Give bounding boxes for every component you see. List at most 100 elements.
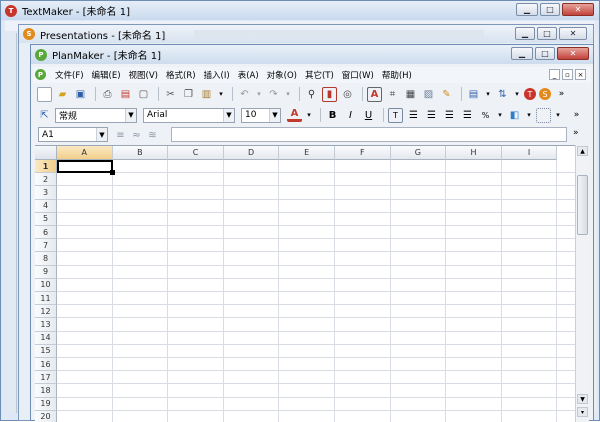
align-left-icon[interactable]: ☰	[406, 108, 421, 123]
doc-restore-button[interactable]: ▫	[562, 69, 573, 80]
font-dropdown[interactable]: Arial ▼	[143, 107, 235, 123]
undo-icon[interactable]: ↶	[237, 87, 252, 102]
sheet-dropdown-icon[interactable]: ▾	[484, 87, 492, 102]
formula-accept-icon[interactable]: ≈	[129, 128, 144, 143]
paste-dropdown-icon[interactable]: ▾	[217, 87, 225, 102]
open-folder-icon[interactable]: ▰	[55, 87, 70, 102]
font-color-dropdown-icon[interactable]: ▾	[305, 108, 313, 123]
stop-icon[interactable]: T	[524, 88, 536, 100]
presentations-maximize-button[interactable]: □	[537, 27, 557, 40]
paste-icon[interactable]: ▥	[199, 87, 214, 102]
column-header-d[interactable]: D	[223, 146, 280, 160]
crop-icon[interactable]: ⌗	[385, 87, 400, 102]
new-document-icon[interactable]	[37, 86, 52, 102]
scroll-thumb[interactable]	[577, 175, 588, 235]
number-format-dropdown-icon[interactable]: ▾	[496, 108, 504, 123]
planmaker-minimize-button[interactable]: ▁	[511, 47, 533, 60]
align-right-icon[interactable]: ☰	[442, 108, 457, 123]
menu-insert[interactable]: 插入(I)	[204, 69, 230, 81]
column-header-g[interactable]: G	[390, 146, 447, 160]
menu-object[interactable]: 对象(O)	[267, 69, 297, 81]
row-header-3[interactable]: 3	[35, 186, 57, 200]
column-header-b[interactable]: B	[112, 146, 169, 160]
presentations-close-button[interactable]: ✕	[559, 27, 587, 40]
select-all-corner[interactable]	[35, 146, 57, 160]
row-header-4[interactable]: 4	[35, 199, 57, 213]
textframe-icon[interactable]: A	[367, 86, 382, 102]
pointer-icon[interactable]: ⇱	[37, 108, 52, 123]
row-header-14[interactable]: 14	[35, 331, 57, 345]
active-cell[interactable]	[57, 160, 113, 174]
chart-icon[interactable]: ▮	[322, 86, 337, 102]
vertical-scrollbar[interactable]: ▲ ▼ ▾	[575, 145, 589, 422]
row-header-1[interactable]: 1	[35, 160, 57, 174]
row-header-12[interactable]: 12	[35, 305, 57, 319]
scroll-page-down-icon[interactable]: ▾	[577, 407, 588, 417]
cut-icon[interactable]: ✂	[163, 87, 178, 102]
brush-icon[interactable]: ✎	[439, 87, 454, 102]
column-header-a[interactable]: A	[57, 146, 113, 160]
table-grid-icon[interactable]: ▦	[403, 87, 418, 102]
presentations-minimize-button[interactable]: ▁	[515, 27, 535, 40]
formula-function-icon[interactable]: ≋	[145, 128, 160, 143]
row-header-19[interactable]: 19	[35, 397, 57, 411]
menu-window[interactable]: 窗口(W)	[342, 69, 374, 81]
pattern-icon[interactable]: ▨	[421, 87, 436, 102]
print-preview-icon[interactable]: ▢	[136, 87, 151, 102]
style-dropdown[interactable]: 常规 ▼	[55, 107, 137, 123]
font-color-icon[interactable]: A	[287, 108, 302, 122]
more-icon[interactable]: »	[569, 108, 584, 123]
sheet-icon[interactable]: ▤	[466, 87, 481, 102]
size-dropdown[interactable]: 10 ▼	[241, 107, 281, 123]
menu-file[interactable]: 文件(F)	[55, 69, 84, 81]
row-header-17[interactable]: 17	[35, 371, 57, 385]
column-header-f[interactable]: F	[335, 146, 391, 160]
row-header-2[interactable]: 2	[35, 173, 57, 187]
menu-format[interactable]: 格式(R)	[166, 69, 196, 81]
formula-input[interactable]	[171, 127, 567, 142]
fill-handle[interactable]	[109, 170, 115, 176]
menu-table[interactable]: 表(A)	[238, 69, 259, 81]
sort-icon[interactable]: ⇅	[495, 87, 510, 102]
cell-reference-box[interactable]: A1 ▼	[38, 127, 108, 142]
row-header-16[interactable]: 16	[35, 358, 57, 372]
textmaker-close-button[interactable]: ✕	[562, 3, 594, 16]
column-header-h[interactable]: H	[446, 146, 502, 160]
copy-icon[interactable]: ❐	[181, 87, 196, 102]
sort-dropdown-icon[interactable]: ▾	[513, 87, 521, 102]
row-header-5[interactable]: 5	[35, 212, 57, 226]
find-binoculars-icon[interactable]: ⚲	[304, 87, 319, 102]
more-icon[interactable]: »	[554, 87, 569, 102]
formula-cancel-icon[interactable]: ≡	[113, 128, 128, 143]
number-format-icon[interactable]: %	[478, 108, 493, 123]
row-header-9[interactable]: 9	[35, 265, 57, 279]
redo-dropdown-icon[interactable]: ▾	[284, 87, 292, 102]
bold-icon[interactable]: B	[325, 108, 340, 123]
row-header-10[interactable]: 10	[35, 278, 57, 292]
save-icon[interactable]: ▣	[73, 87, 88, 102]
fill-color-dropdown-icon[interactable]: ▾	[525, 108, 533, 123]
planmaker-close-button[interactable]: ✕	[557, 47, 589, 60]
column-header-e[interactable]: E	[279, 146, 335, 160]
row-header-6[interactable]: 6	[35, 226, 57, 240]
scroll-down-arrow-icon[interactable]: ▼	[577, 394, 588, 404]
planmaker-maximize-button[interactable]: □	[535, 47, 555, 60]
zoom-icon[interactable]: ◎	[340, 87, 355, 102]
textmaker-minimize-button[interactable]: ▁	[516, 3, 538, 16]
pdf-export-icon[interactable]: ▤	[118, 87, 133, 102]
menu-view[interactable]: 视图(V)	[129, 69, 158, 81]
borders-icon[interactable]	[536, 107, 551, 123]
borders-dropdown-icon[interactable]: ▾	[554, 108, 562, 123]
text-indent-icon[interactable]: T	[388, 107, 403, 123]
row-header-8[interactable]: 8	[35, 252, 57, 266]
align-center-icon[interactable]: ☰	[424, 108, 439, 123]
spreadsheet-grid[interactable]: A B C D E F G H I 1 2 3 4 5 6 7 8 9 10 11 12 13 14 15 16 17 18 19 20	[35, 145, 575, 422]
row-header-13[interactable]: 13	[35, 318, 57, 332]
underline-icon[interactable]: U	[361, 108, 376, 123]
row-header-11[interactable]: 11	[35, 292, 57, 306]
menu-other[interactable]: 其它(T)	[305, 69, 334, 81]
row-header-18[interactable]: 18	[35, 384, 57, 398]
textmaker-maximize-button[interactable]: □	[540, 3, 560, 16]
doc-minimize-button[interactable]: _	[549, 69, 560, 80]
presentations-icon[interactable]: S	[539, 88, 551, 100]
